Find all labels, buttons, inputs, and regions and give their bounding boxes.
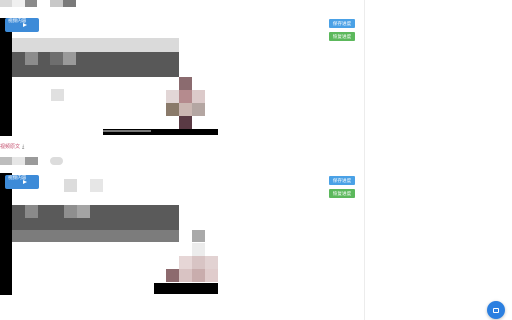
blurred-image	[166, 77, 206, 129]
blurred-text-cell	[192, 230, 205, 242]
blurred-title	[12, 38, 179, 52]
save-progress-button[interactable]: 保存进度	[329, 176, 355, 185]
blurred-text-cell	[63, 52, 76, 65]
blurred-text-cell	[51, 89, 64, 101]
blurred-text-cell	[64, 205, 77, 218]
progress-track[interactable]	[154, 283, 218, 294]
restore-progress-button[interactable]: 恢复进度	[329, 189, 355, 198]
blurred-text-cell	[50, 52, 63, 65]
source-link[interactable]: 视频原文 ⤓	[0, 143, 24, 151]
post-card: 视频内容	[0, 173, 220, 295]
blurred-title-cell	[90, 179, 103, 192]
blurred-text-row	[12, 230, 179, 242]
chat-icon	[493, 307, 499, 313]
blurred-text-cell	[77, 205, 90, 218]
play-icon	[23, 180, 27, 184]
progress-marker	[103, 130, 151, 132]
blurred-text-cell	[25, 205, 38, 218]
source-link-label: 视频原文	[0, 144, 21, 150]
video-thumbnail[interactable]	[0, 173, 12, 295]
save-progress-button[interactable]: 保存进度	[329, 19, 355, 28]
post-card: 视频内容	[0, 18, 220, 136]
blurred-header-strip	[0, 0, 90, 7]
blurred-pager	[0, 157, 64, 165]
video-badge[interactable]: 视频内容	[5, 175, 39, 189]
play-icon	[23, 23, 27, 27]
blurred-text-cell	[25, 52, 38, 65]
video-thumbnail[interactable]	[0, 18, 12, 136]
floating-chat-button[interactable]	[487, 301, 505, 319]
panel-divider	[364, 0, 365, 320]
blurred-title-cell	[64, 179, 77, 192]
download-icon[interactable]: ⤓	[22, 143, 24, 151]
restore-progress-button[interactable]: 恢复进度	[329, 32, 355, 41]
blurred-image	[166, 243, 218, 283]
video-badge[interactable]: 视频内容	[5, 18, 39, 32]
